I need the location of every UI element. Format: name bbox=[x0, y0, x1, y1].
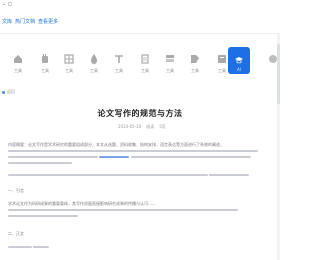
toolbar-tool-1[interactable]: 工具 bbox=[3, 42, 33, 78]
home-icon bbox=[12, 53, 24, 65]
document-meta: 2024-05-10 阅读 5页 bbox=[118, 124, 166, 130]
document-title: 论文写作的规范与方法 bbox=[97, 109, 183, 118]
type-icon bbox=[113, 53, 125, 65]
paragraph-body bbox=[8, 244, 270, 250]
breadcrumb: 文库 热门文档 查看更多 bbox=[2, 18, 58, 25]
text-link[interactable] bbox=[99, 156, 130, 158]
meta-pages: 5页 bbox=[159, 124, 166, 129]
scrollbar[interactable] bbox=[277, 34, 280, 260]
paragraph-body: 学术论文作为科研成果的重要载体，其写作质量直接影响研究成果的传播与认可…… bbox=[8, 201, 270, 219]
section-heading-2-text: 二、正文 bbox=[8, 231, 24, 236]
tool-label: AI bbox=[237, 67, 241, 72]
dot-icon bbox=[2, 90, 5, 94]
book-icon bbox=[216, 53, 228, 65]
tool-label: 工具 bbox=[166, 68, 174, 73]
paragraph-filler bbox=[8, 160, 270, 166]
window-corner-label: ⌄ ◻ bbox=[2, 1, 12, 7]
document-page: 论文写作的规范与方法 2024-05-10 阅读 5页 内容摘要：论文写作是学术… bbox=[0, 95, 280, 260]
divider bbox=[0, 33, 280, 34]
tool-label: 工具 bbox=[41, 68, 49, 73]
tool-label: 工具 bbox=[65, 68, 73, 73]
tool-label: 工具 bbox=[191, 68, 199, 73]
meta-date: 2024-05-10 bbox=[118, 124, 142, 129]
text-line bbox=[8, 162, 72, 164]
text-line bbox=[8, 174, 208, 176]
hand-icon bbox=[39, 53, 51, 65]
paragraph-filler bbox=[8, 172, 270, 178]
section-heading-2: 二、正文 bbox=[8, 231, 270, 237]
paragraph-filler bbox=[8, 244, 270, 250]
tool-label: 工具 bbox=[90, 68, 98, 73]
doc-icon bbox=[139, 53, 151, 65]
drop-icon bbox=[88, 53, 100, 65]
toolbar-tool-ai-active[interactable]: AI bbox=[228, 47, 250, 74]
toolbar-tool-more[interactable] bbox=[258, 42, 288, 78]
tag-icon bbox=[189, 53, 201, 65]
text-line bbox=[8, 150, 258, 152]
text-line bbox=[8, 209, 238, 211]
breadcrumb-item-1[interactable]: 文库 bbox=[2, 18, 12, 25]
tool-label: 工具 bbox=[218, 68, 226, 73]
section-heading-1-text: 一、引言 bbox=[8, 188, 24, 193]
tool-label: 工具 bbox=[115, 68, 123, 73]
breadcrumb-item-2[interactable]: 热门文档 bbox=[15, 18, 35, 25]
scrollbar-thumb[interactable] bbox=[277, 44, 280, 104]
ai-icon bbox=[233, 54, 245, 66]
text-line bbox=[130, 156, 251, 158]
grid-icon bbox=[63, 53, 75, 65]
paragraph-abstract: 内容摘要：论文写作是学术研究的重要组成部分，本文从选题、资料收集、结构安排、语言… bbox=[8, 142, 270, 166]
breadcrumb-item-3[interactable]: 查看更多 bbox=[38, 18, 58, 25]
layers-icon bbox=[164, 53, 176, 65]
text-line bbox=[33, 246, 50, 248]
meta-read: 阅读 bbox=[146, 124, 155, 129]
tool-label: 工具 bbox=[141, 68, 149, 73]
section-heading-1: 一、引言 bbox=[8, 188, 270, 194]
window-topbar: ⌄ ◻ bbox=[0, 0, 280, 12]
toolbar-tool-8[interactable]: 工具 bbox=[180, 42, 210, 78]
text-line bbox=[8, 156, 98, 158]
text-line bbox=[209, 174, 250, 176]
paragraph-filler bbox=[8, 213, 270, 219]
paragraph-line bbox=[8, 172, 270, 178]
text-line bbox=[8, 215, 78, 217]
text-line bbox=[8, 246, 32, 248]
tool-label: 工具 bbox=[14, 68, 22, 73]
